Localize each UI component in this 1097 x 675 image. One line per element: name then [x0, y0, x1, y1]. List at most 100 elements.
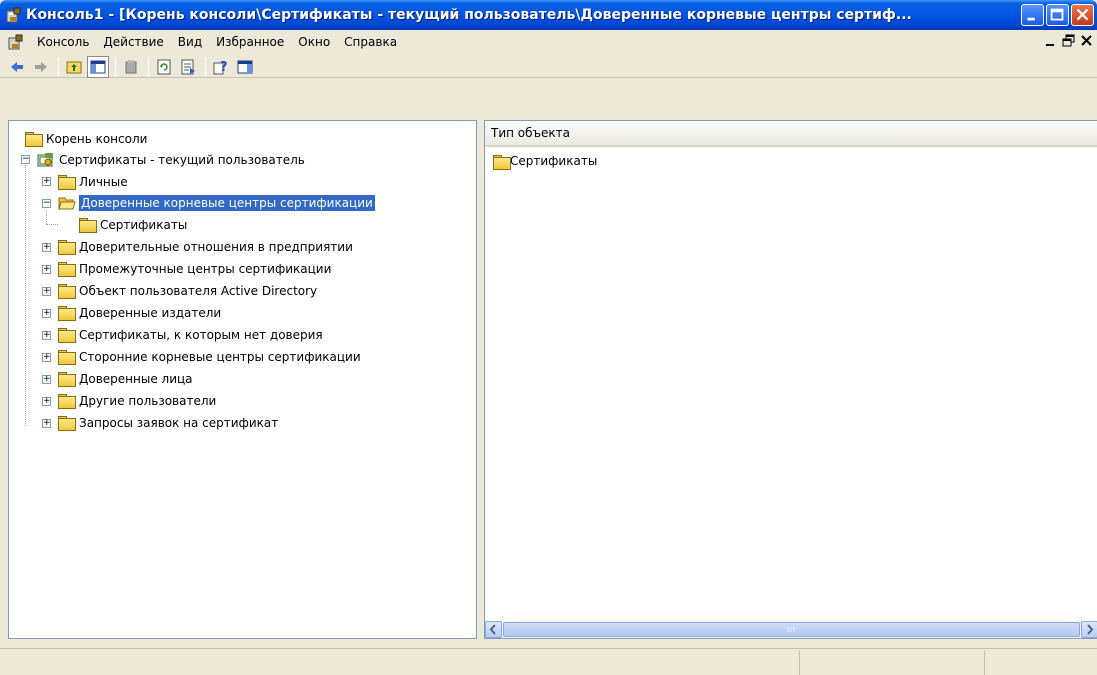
horizontal-scrollbar[interactable]	[485, 621, 1097, 638]
refresh-icon	[157, 59, 171, 75]
mdi-close-button[interactable]	[1079, 33, 1095, 49]
minimize-button[interactable]	[1021, 4, 1044, 26]
tree-node-root[interactable]: Корень консоли	[25, 129, 147, 148]
tree-node-trusted-people[interactable]: Доверенные лица	[58, 369, 193, 388]
mdi-restore-icon	[1062, 34, 1075, 47]
chevron-right-icon	[1087, 624, 1094, 635]
tree-node-label: Сертификаты - текущий пользователь	[59, 152, 305, 167]
help-icon: ?	[213, 60, 228, 75]
collapse-toggle[interactable]: −	[42, 199, 51, 208]
certificate-snapin-icon	[37, 152, 55, 168]
expand-toggle[interactable]: +	[42, 265, 51, 274]
expand-toggle[interactable]: +	[42, 287, 51, 296]
forward-icon	[35, 62, 47, 72]
menu-action[interactable]: Действие	[96, 35, 170, 49]
column-header-object-type[interactable]: Тип объекта	[485, 121, 1097, 147]
title-bar[interactable]: Консоль1 - [Корень консоли\Сертификаты -…	[0, 0, 1097, 30]
tree-node-label: Сертификаты, к которым нет доверия	[79, 327, 323, 342]
tree-node-other-people[interactable]: Другие пользователи	[58, 391, 216, 410]
collapse-toggle[interactable]: −	[21, 155, 30, 164]
menu-help[interactable]: Справка	[337, 35, 404, 49]
expand-toggle[interactable]: +	[42, 419, 51, 428]
tree-node-label: Корень консоли	[46, 131, 148, 146]
toolbar-separator	[115, 57, 116, 77]
mdi-minimize-button[interactable]	[1043, 33, 1059, 49]
tree-node-label: Доверенные издатели	[79, 305, 222, 320]
export-list-button[interactable]	[177, 56, 199, 78]
tree-line	[46, 211, 47, 224]
folder-icon	[79, 218, 97, 233]
show-hide-action-pane-button[interactable]	[234, 56, 256, 78]
tree-node-label: Промежуточные центры сертификации	[79, 261, 332, 276]
toolbar: ?	[0, 54, 1097, 80]
folder-icon	[58, 240, 76, 255]
expand-toggle[interactable]: +	[42, 353, 51, 362]
expand-toggle[interactable]: +	[42, 243, 51, 252]
menu-console[interactable]: Консоль	[30, 35, 96, 49]
folder-icon	[25, 132, 43, 147]
folder-icon	[58, 372, 76, 387]
show-hide-action-pane-icon	[237, 60, 253, 74]
tree-node-trusted-publishers[interactable]: Доверенные издатели	[58, 303, 221, 322]
delete-button[interactable]	[120, 56, 142, 78]
tree-node-trusted-root-ca[interactable]: Доверенные корневые центры сертификации	[58, 193, 375, 212]
tree-node-snapin[interactable]: Сертификаты - текущий пользователь	[37, 150, 305, 169]
maximize-button[interactable]	[1046, 4, 1069, 26]
close-button[interactable]	[1071, 4, 1094, 26]
folder-icon	[58, 394, 76, 409]
forward-button[interactable]	[30, 56, 52, 78]
up-level-button[interactable]	[63, 56, 85, 78]
mmc-icon	[6, 7, 22, 23]
show-hide-tree-button[interactable]	[87, 56, 109, 78]
folder-icon	[58, 284, 76, 299]
console-tree[interactable]: Корень консоли − Сертификаты - текущий п…	[8, 120, 477, 639]
up-level-icon	[66, 61, 82, 74]
window-title: Консоль1 - [Корень консоли\Сертификаты -…	[26, 7, 912, 23]
tree-line	[25, 156, 26, 424]
scroll-left-button[interactable]	[485, 621, 502, 638]
minimize-icon	[1027, 17, 1035, 21]
help-button[interactable]: ?	[210, 56, 232, 78]
back-icon	[11, 62, 23, 72]
tree-node-personal[interactable]: Личные	[58, 172, 128, 191]
toolbar-separator	[148, 57, 149, 77]
toolbar-separator	[205, 57, 206, 77]
folder-icon	[493, 154, 511, 170]
tree-node-certificates[interactable]: Сертификаты	[79, 215, 187, 234]
list-item[interactable]: Сертификаты	[485, 152, 1097, 170]
scroll-thumb[interactable]	[503, 622, 1080, 637]
mdi-restore-button[interactable]	[1061, 33, 1077, 49]
status-pane-3	[985, 651, 1095, 675]
expand-toggle[interactable]: +	[42, 375, 51, 384]
tree-node-enterprise-trust[interactable]: Доверительные отношения в предприятии	[58, 237, 353, 256]
mdi-close-icon	[1081, 35, 1092, 46]
menu-window[interactable]: Окно	[291, 35, 337, 49]
tree-node-ad-user-object[interactable]: Объект пользователя Active Directory	[58, 281, 317, 300]
tree-node-intermediate-ca[interactable]: Промежуточные центры сертификации	[58, 259, 331, 278]
expand-toggle[interactable]: +	[42, 397, 51, 406]
tree-node-label-selected: Доверенные корневые центры сертификации	[79, 194, 375, 211]
menu-favorites[interactable]: Избранное	[209, 35, 291, 49]
tree-node-label: Доверенные лица	[79, 371, 193, 386]
expand-toggle[interactable]: +	[42, 331, 51, 340]
expand-toggle[interactable]: +	[42, 177, 51, 186]
tree-node-untrusted-certificates[interactable]: Сертификаты, к которым нет доверия	[58, 325, 323, 344]
tree-node-label: Запросы заявок на сертификат	[79, 415, 279, 430]
tree-node-label: Личные	[79, 174, 128, 189]
status-pane-main	[0, 651, 800, 675]
scroll-right-button[interactable]	[1081, 621, 1097, 638]
back-button[interactable]	[6, 56, 28, 78]
tree-node-third-party-root-ca[interactable]: Сторонние корневые центры сертификации	[58, 347, 361, 366]
menu-view[interactable]: Вид	[171, 35, 209, 49]
tree-node-label: Объект пользователя Active Directory	[79, 283, 318, 298]
folder-icon	[58, 328, 76, 343]
expand-toggle[interactable]: +	[42, 309, 51, 318]
menu-bar: Консоль Действие Вид Избранное Окно Спра…	[0, 30, 1097, 54]
tree-node-certificate-enrollment-requests[interactable]: Запросы заявок на сертификат	[58, 413, 278, 432]
refresh-button[interactable]	[153, 56, 175, 78]
close-icon	[1076, 8, 1089, 21]
mmc-menu-icon[interactable]	[8, 34, 24, 50]
column-header-label: Тип объекта	[491, 126, 570, 140]
details-pane[interactable]: Тип объекта Сертификаты	[484, 120, 1097, 639]
show-hide-tree-icon	[90, 60, 106, 74]
